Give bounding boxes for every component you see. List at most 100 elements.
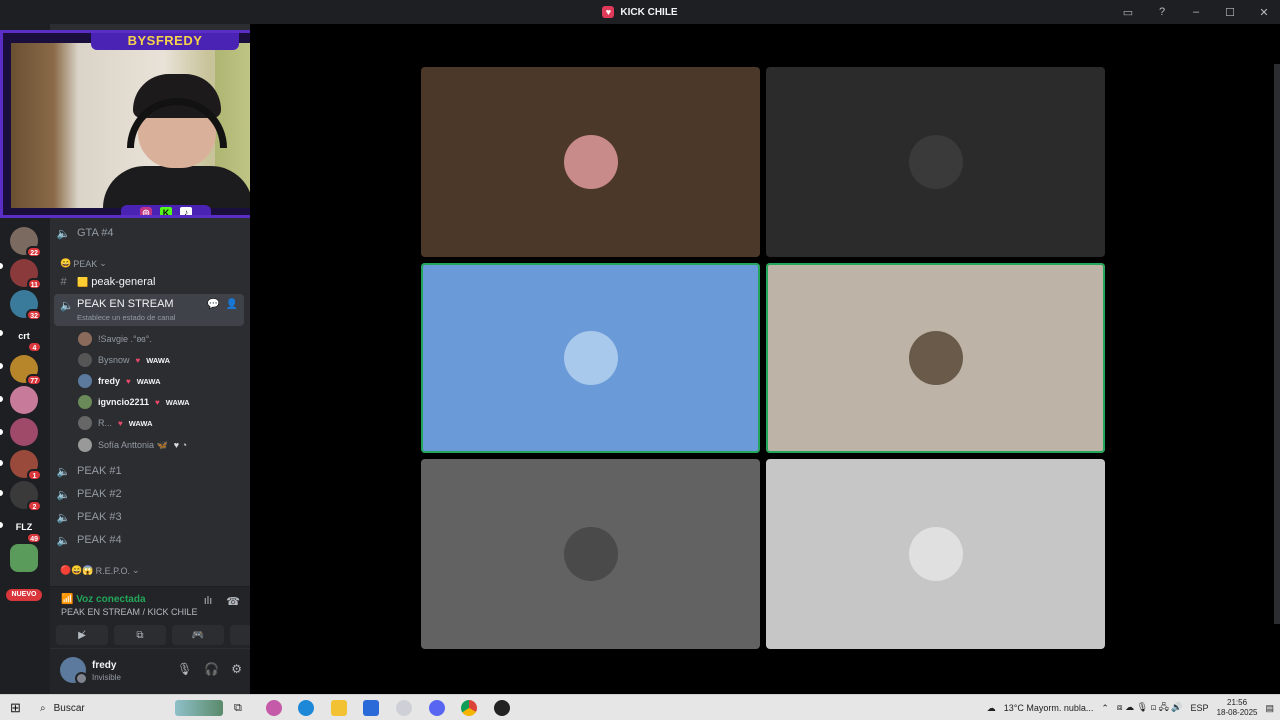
user-controls: 🎙 🎧 ⚙ [177,662,242,676]
server-icon[interactable]: FLZ 49 [10,513,42,544]
app-icon[interactable] [396,700,412,716]
start-button[interactable]: ⊞ [10,699,21,717]
server-icon[interactable] [10,544,38,572]
disconnect-icon[interactable]: ☎ [226,595,240,608]
notifications-icon[interactable]: ▤ [1265,703,1274,714]
search-icon: ⌕ [40,702,46,714]
voice-member[interactable]: Sofía Anttonia 🦋 ♥ ◔ [78,435,187,455]
participant-tile[interactable] [766,459,1105,649]
channel-label: PEAK #1 [77,465,122,477]
category-repo[interactable]: 🔴😄😱 R.E.P.O. ⌄ [60,565,140,576]
chevron-up-icon[interactable]: ⌃ [1101,703,1109,714]
settings-gear-icon[interactable]: ⚙ [231,662,242,676]
speaker-icon: 🔈 [56,534,71,547]
voice-channel-peak-en-stream[interactable]: 🔈 PEAK EN STREAM Establece un estado de … [54,294,244,326]
chrome-icon[interactable] [461,700,477,716]
help-icon[interactable]: ? [1154,6,1170,18]
category-label: R.E.P.O. [95,565,130,576]
video-grid [250,24,1280,694]
scrollbar[interactable] [1274,64,1280,624]
weather-icon[interactable]: ☁ [987,703,996,714]
channel-label: PEAK #3 [77,511,122,523]
noise-suppression-icon[interactable]: ılı [204,595,213,608]
invite-icon[interactable]: 👤 [226,299,238,310]
category-peak[interactable]: 😄 PEAK ⌄ [60,258,107,269]
screen-share-button[interactable]: ⧉ [114,625,166,645]
microphone-icon[interactable]: 🎙 [177,662,192,676]
channel-status-prompt[interactable]: Establece un estado de canal [77,313,175,322]
heart-icon: ♥ [135,355,141,365]
voice-location[interactable]: PEAK EN STREAM / KICK CHILE [61,607,198,617]
voice-status[interactable]: 📶 Voz conectada [61,594,146,605]
weather-text[interactable]: 13°C Mayorm. nubla... [1004,703,1094,713]
server-icon[interactable]: 11 [10,259,42,290]
voice-member[interactable]: fredy ♥ WAWA [78,371,161,391]
participant-tile[interactable] [766,67,1105,257]
voice-channel-peak-3[interactable]: 🔈 PEAK #3 [50,506,250,528]
server-icon[interactable]: crt 4 [10,322,42,353]
server-icon[interactable]: 77 [10,355,42,386]
participant-avatar [563,527,618,581]
text-channel-peak-general[interactable]: # 🟨 peak-general [50,271,250,293]
server-text: FLZ [15,522,33,532]
voice-member[interactable]: R... ♥ WAWA [78,413,153,433]
discord-icon[interactable] [429,700,445,716]
minimize-icon[interactable]: – [1188,6,1204,18]
server-icon[interactable]: 32 [10,290,42,321]
activity-button[interactable]: 🎮 [172,625,224,645]
task-view-icon[interactable]: ⧉ [234,699,242,717]
store-icon[interactable] [363,700,379,716]
category-label: PEAK [73,258,98,269]
unread-pip [0,263,3,269]
voice-action-buttons: ▶̸ ⧉ 🎮 ✦ [56,625,282,645]
participant-tile[interactable] [766,263,1105,453]
participant-tile[interactable] [421,263,760,453]
inbox-icon[interactable]: ▭ [1120,6,1136,19]
chat-icon[interactable]: 💬 [207,299,219,310]
server-icon[interactable] [10,418,38,446]
participant-avatar [908,527,963,581]
voice-channel-peak-1[interactable]: 🔈 PEAK #1 [50,460,250,482]
obs-icon[interactable] [494,700,510,716]
participant-avatar [563,331,618,385]
server-icon[interactable]: 22 [10,227,42,258]
server-icon[interactable] [10,386,38,414]
language-indicator[interactable]: ESP [1191,703,1209,713]
participant-avatar [563,135,618,189]
title-bar: ♥ KICK CHILE ▭ ? – ☐ ✕ [0,0,1280,24]
file-explorer-icon[interactable] [331,700,347,716]
server-icon[interactable]: 2 [10,481,42,512]
edge-icon[interactable] [298,700,314,716]
mention-badge: 2 [27,500,42,512]
participant-tile[interactable] [421,459,760,649]
participant-tile[interactable] [421,67,760,257]
search-highlight-image[interactable] [175,700,223,716]
clock[interactable]: 21:56 18-08-2025 [1217,698,1258,718]
tray-icons[interactable]: ⧈ ☁ 🎙 ⊡ 🖧 🔊 [1117,700,1183,716]
heart-icon: ♥ [155,397,160,407]
voice-channel-gta4[interactable]: 🔈 GTA #4 [50,222,250,244]
voice-member[interactable]: !Savgie .°ʚɞ°. [78,329,152,349]
speaker-icon: 🔈 [56,511,71,524]
maximize-icon[interactable]: ☐ [1222,6,1238,19]
avatar[interactable] [60,657,88,685]
server-logo-icon: ♥ [602,6,615,18]
member-tag: WAWA [146,355,171,365]
streamer-brand-banner: BYSFREDY [91,33,239,50]
unread-pip [0,396,3,402]
voice-member[interactable]: Bysnow ♥ WAWA [78,350,170,370]
copilot-icon[interactable] [266,700,282,716]
voice-channel-peak-2[interactable]: 🔈 PEAK #2 [50,483,250,505]
instagram-icon: ◎ [140,207,152,215]
server-icon[interactable]: 1 [10,450,42,481]
taskbar-search[interactable]: ⌕ Buscar [40,699,85,717]
windows-taskbar: ⊞ ⌕ Buscar ⧉ ☁ 13°C Mayorm. nubla... ⌃ ⧈… [0,694,1280,720]
search-placeholder: Buscar [53,702,85,714]
channel-label: peak-general [91,276,156,288]
camera-button[interactable]: ▶̸ [56,625,108,645]
headphones-icon[interactable]: 🎧 [204,662,219,676]
channel-label: PEAK #4 [77,534,122,546]
voice-channel-peak-4[interactable]: 🔈 PEAK #4 [50,529,250,551]
voice-member[interactable]: igvncio2211 ♥ WAWA [78,392,190,412]
close-icon[interactable]: ✕ [1256,6,1272,19]
